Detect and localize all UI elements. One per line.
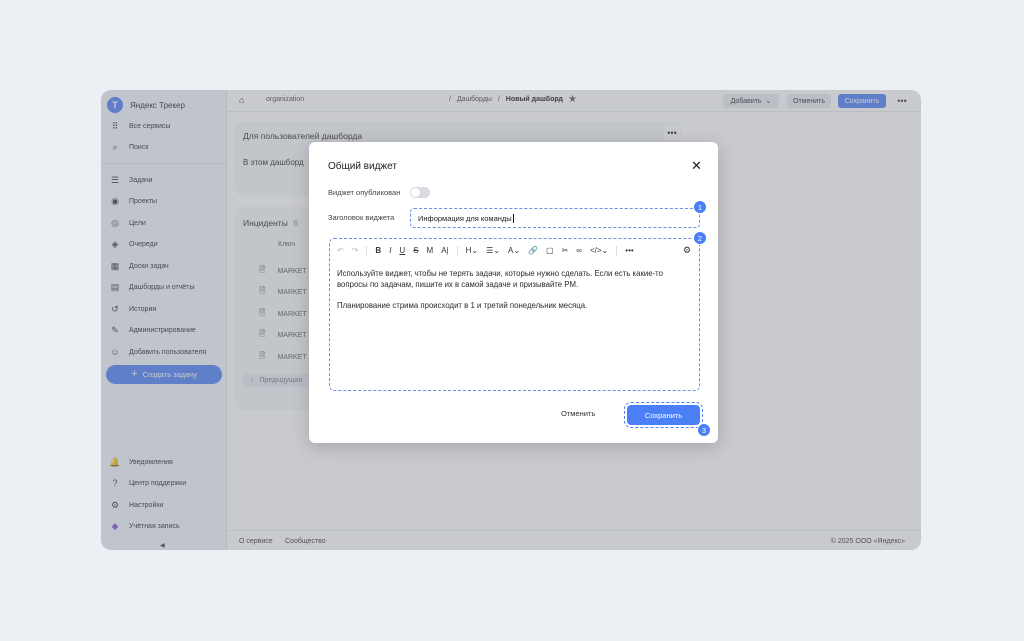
gear-icon[interactable]: ⚙ xyxy=(683,245,691,256)
dialog-save-button[interactable]: Сохранить xyxy=(624,402,703,428)
redo-icon[interactable]: ↷ xyxy=(352,245,359,257)
more-icon[interactable]: ••• xyxy=(625,245,633,257)
dialog-title: Общий виджет xyxy=(328,161,397,172)
underline-icon[interactable]: U xyxy=(399,245,405,257)
toolbar-divider xyxy=(366,246,368,256)
strikethrough-icon[interactable]: S xyxy=(413,245,418,257)
link-icon[interactable]: 🔗 xyxy=(528,245,538,257)
widget-title-label: Заголовок виджета xyxy=(328,213,395,222)
code-icon[interactable]: </>⌄ xyxy=(590,245,608,257)
widget-title-input[interactable]: Информация для команды xyxy=(410,208,700,228)
widget-dialog: Общий виджет ✕ Виджет опубликован Заголо… xyxy=(309,142,718,443)
step-badge: 1 xyxy=(693,200,707,214)
toolbar-divider xyxy=(456,246,458,256)
published-label: Виджет опубликован xyxy=(328,188,401,197)
step-badge: 2 xyxy=(693,231,707,245)
close-icon[interactable]: ✕ xyxy=(691,158,702,174)
rich-text-editor[interactable]: ↶ ↷ B I U S M A| H⌄ ☰⌄ A⌄ 🔗 ▢ ✂ ∞ </>⌄ •… xyxy=(329,238,700,391)
toolbar-divider xyxy=(616,246,618,256)
scissors-icon[interactable]: ✂ xyxy=(562,245,569,257)
dialog-cancel-button[interactable]: Отменить xyxy=(561,409,595,418)
published-toggle[interactable] xyxy=(410,187,430,198)
heading-icon[interactable]: H⌄ xyxy=(466,245,478,257)
editor-paragraph: Планирование стрима происходит в 1 и тре… xyxy=(337,301,588,310)
text-caret xyxy=(512,213,514,223)
editor-toolbar: ↶ ↷ B I U S M A| H⌄ ☰⌄ A⌄ 🔗 ▢ ✂ ∞ </>⌄ •… xyxy=(337,245,642,257)
italic-icon[interactable]: I xyxy=(389,245,391,257)
bold-icon[interactable]: B xyxy=(375,245,381,257)
step-badge: 3 xyxy=(697,423,711,437)
mention-icon[interactable]: ∞ xyxy=(576,245,582,257)
text-color-icon[interactable]: A⌄ xyxy=(508,245,520,257)
typography-icon[interactable]: A| xyxy=(441,245,448,257)
monospace-icon[interactable]: M xyxy=(427,245,434,257)
undo-icon[interactable]: ↶ xyxy=(337,245,344,257)
list-icon[interactable]: ☰⌄ xyxy=(486,245,500,257)
editor-paragraph: Используйте виджет, чтобы не терять зада… xyxy=(337,269,663,289)
note-icon[interactable]: ▢ xyxy=(546,245,554,257)
widget-title-value: Информация для команды xyxy=(418,213,512,223)
